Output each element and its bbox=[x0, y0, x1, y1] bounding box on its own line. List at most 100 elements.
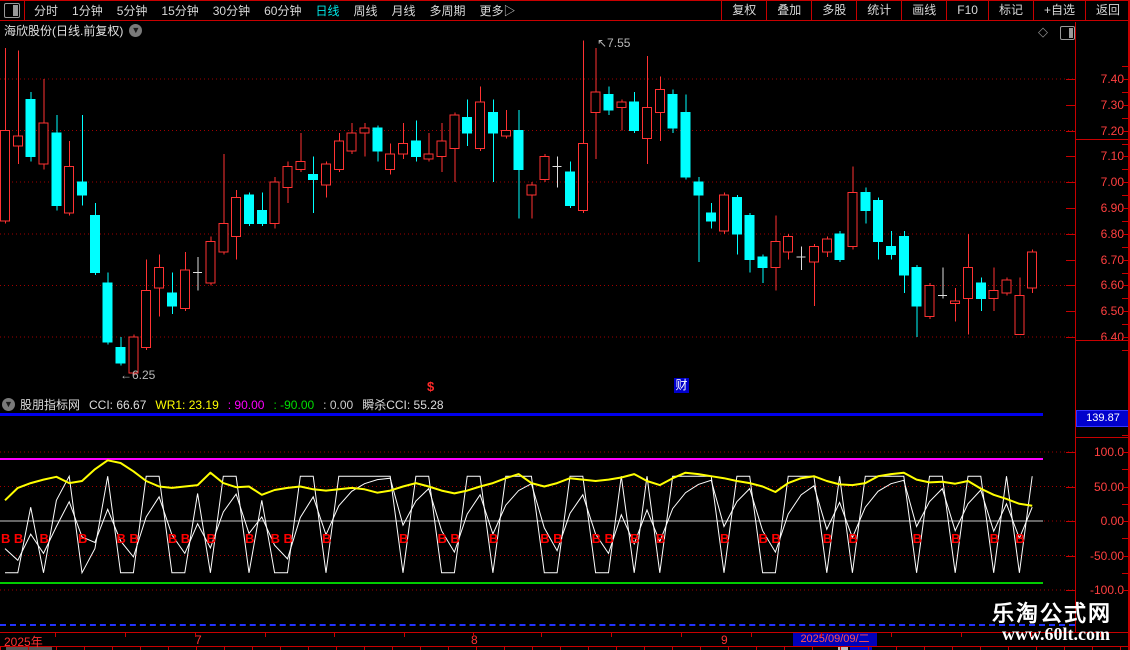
price-label: 7.10 bbox=[1078, 149, 1124, 163]
panel-toggle-icon-fill bbox=[13, 5, 18, 16]
date-tick bbox=[821, 632, 822, 637]
menu-item-分时[interactable]: 分时 bbox=[34, 2, 58, 19]
minor-tick bbox=[1122, 435, 1128, 436]
candle-body bbox=[707, 213, 716, 221]
candle-body bbox=[232, 198, 241, 237]
chevron-down-icon[interactable]: ▼ bbox=[2, 398, 15, 411]
price-tick bbox=[1066, 208, 1075, 209]
date-tick-minor bbox=[56, 646, 57, 650]
buy-signal-marker: B bbox=[271, 531, 280, 546]
buy-signal-marker: B bbox=[399, 531, 408, 546]
toolbar-button-画线[interactable]: 画线 bbox=[901, 1, 946, 20]
date-tick-minor bbox=[0, 646, 1, 650]
minor-tick bbox=[1122, 156, 1128, 157]
buy-signal-marker: B bbox=[1, 531, 10, 546]
page-title: 海欣股份(日线.前复权) bbox=[4, 22, 123, 39]
candle-body bbox=[591, 92, 600, 113]
toolbar-button-F10[interactable]: F10 bbox=[946, 1, 988, 20]
price-label: 6.40 bbox=[1078, 330, 1124, 344]
minor-tick bbox=[1122, 311, 1128, 312]
bottom-dashed-line bbox=[0, 624, 1075, 626]
toolbar-button-多股[interactable]: 多股 bbox=[811, 1, 856, 20]
date-tick-minor bbox=[784, 646, 785, 650]
date-tick bbox=[961, 632, 962, 637]
candle-body bbox=[206, 242, 215, 283]
menu-item-周线[interactable]: 周线 bbox=[353, 2, 377, 19]
minor-tick bbox=[1122, 273, 1128, 274]
candle-body bbox=[655, 89, 664, 112]
panel-toggle-icon[interactable] bbox=[4, 3, 20, 18]
menu-item-月线[interactable]: 月线 bbox=[392, 2, 416, 19]
menu-item-60分钟[interactable]: 60分钟 bbox=[264, 2, 301, 19]
price-axis-line bbox=[1075, 22, 1076, 632]
candle-body bbox=[565, 172, 574, 206]
price-tick bbox=[1066, 337, 1075, 338]
candle-body bbox=[501, 131, 510, 136]
menu-item-更多▷[interactable]: 更多▷ bbox=[480, 2, 516, 19]
minor-tick bbox=[1122, 452, 1128, 453]
price-tick bbox=[1066, 182, 1075, 183]
indicator-axis-label: 0.00 bbox=[1078, 514, 1124, 528]
menu-item-1分钟[interactable]: 1分钟 bbox=[72, 2, 103, 19]
split-panel-icon[interactable] bbox=[1060, 26, 1075, 40]
menu-item-日线[interactable]: 日线 bbox=[315, 2, 339, 19]
indicator-value: 股朋指标网 bbox=[20, 396, 80, 413]
date-tick-minor bbox=[168, 646, 169, 650]
date-tick-minor bbox=[812, 646, 813, 650]
date-tick-minor bbox=[224, 646, 225, 650]
candle-body bbox=[65, 167, 74, 213]
buy-signal-marker: B bbox=[168, 531, 177, 546]
toolbar-divider bbox=[24, 1, 25, 20]
date-tick-minor bbox=[420, 646, 421, 650]
date-label: 2025年 bbox=[4, 633, 43, 650]
price-label: 6.70 bbox=[1078, 253, 1124, 267]
candle-body bbox=[951, 301, 960, 304]
buy-signal-marker: B bbox=[759, 531, 768, 546]
date-tick-minor bbox=[1064, 646, 1065, 650]
candle-body bbox=[411, 141, 420, 156]
minor-tick bbox=[1122, 79, 1128, 80]
buy-signal-marker: B bbox=[771, 531, 780, 546]
date-tick-minor bbox=[700, 646, 701, 650]
toolbar-button-叠加[interactable]: 叠加 bbox=[766, 1, 811, 20]
minor-tick bbox=[1122, 66, 1128, 67]
indicator-value: CCI: 66.67 bbox=[89, 398, 146, 412]
date-tick bbox=[751, 632, 752, 637]
candle-body bbox=[180, 270, 189, 309]
diamond-icon[interactable]: ◇ bbox=[1038, 24, 1048, 40]
minor-tick bbox=[1122, 469, 1128, 470]
candle-body bbox=[347, 133, 356, 151]
menu-item-5分钟[interactable]: 5分钟 bbox=[117, 2, 148, 19]
candlestick-chart bbox=[0, 40, 1075, 396]
indicator-value: 瞬杀CCI: 55.28 bbox=[362, 396, 443, 413]
candle-body bbox=[52, 133, 61, 205]
candle-body bbox=[360, 128, 369, 133]
period-menu: 分时 1分钟 5分钟 15分钟 30分钟 60分钟日线周线月线多周期更多▷ bbox=[27, 2, 523, 20]
candle-body bbox=[1015, 296, 1024, 335]
buy-signal-marker: B bbox=[322, 531, 331, 546]
date-tick-minor bbox=[84, 646, 85, 650]
candle-body bbox=[964, 267, 973, 298]
date-tick bbox=[891, 632, 892, 637]
chevron-down-icon[interactable]: ▼ bbox=[129, 24, 142, 37]
toolbar-button-返回[interactable]: 返回 bbox=[1085, 1, 1130, 20]
candle-body bbox=[257, 211, 266, 224]
toolbar-button-统计[interactable]: 统计 bbox=[856, 1, 901, 20]
menu-item-15分钟[interactable]: 15分钟 bbox=[161, 2, 198, 19]
menu-item-30分钟[interactable]: 30分钟 bbox=[213, 2, 250, 19]
menu-item-多周期[interactable]: 多周期 bbox=[430, 2, 466, 19]
toolbar-button-+自选[interactable]: +自选 bbox=[1033, 1, 1085, 20]
indicator-tick bbox=[1066, 590, 1075, 591]
buy-signal-marker: B bbox=[990, 531, 999, 546]
candle-body bbox=[630, 102, 639, 130]
toolbar-button-标记[interactable]: 标记 bbox=[988, 1, 1033, 20]
date-tick-minor bbox=[140, 646, 141, 650]
buy-signal-marker: B bbox=[181, 531, 190, 546]
buy-signal-marker: B bbox=[553, 531, 562, 546]
candle-body bbox=[167, 293, 176, 306]
price-label: 6.80 bbox=[1078, 227, 1124, 241]
buy-signal-marker: B bbox=[848, 531, 857, 546]
toolbar-button-复权[interactable]: 复权 bbox=[721, 1, 766, 20]
minor-tick bbox=[1122, 298, 1128, 299]
indicator-tick bbox=[1066, 487, 1075, 488]
